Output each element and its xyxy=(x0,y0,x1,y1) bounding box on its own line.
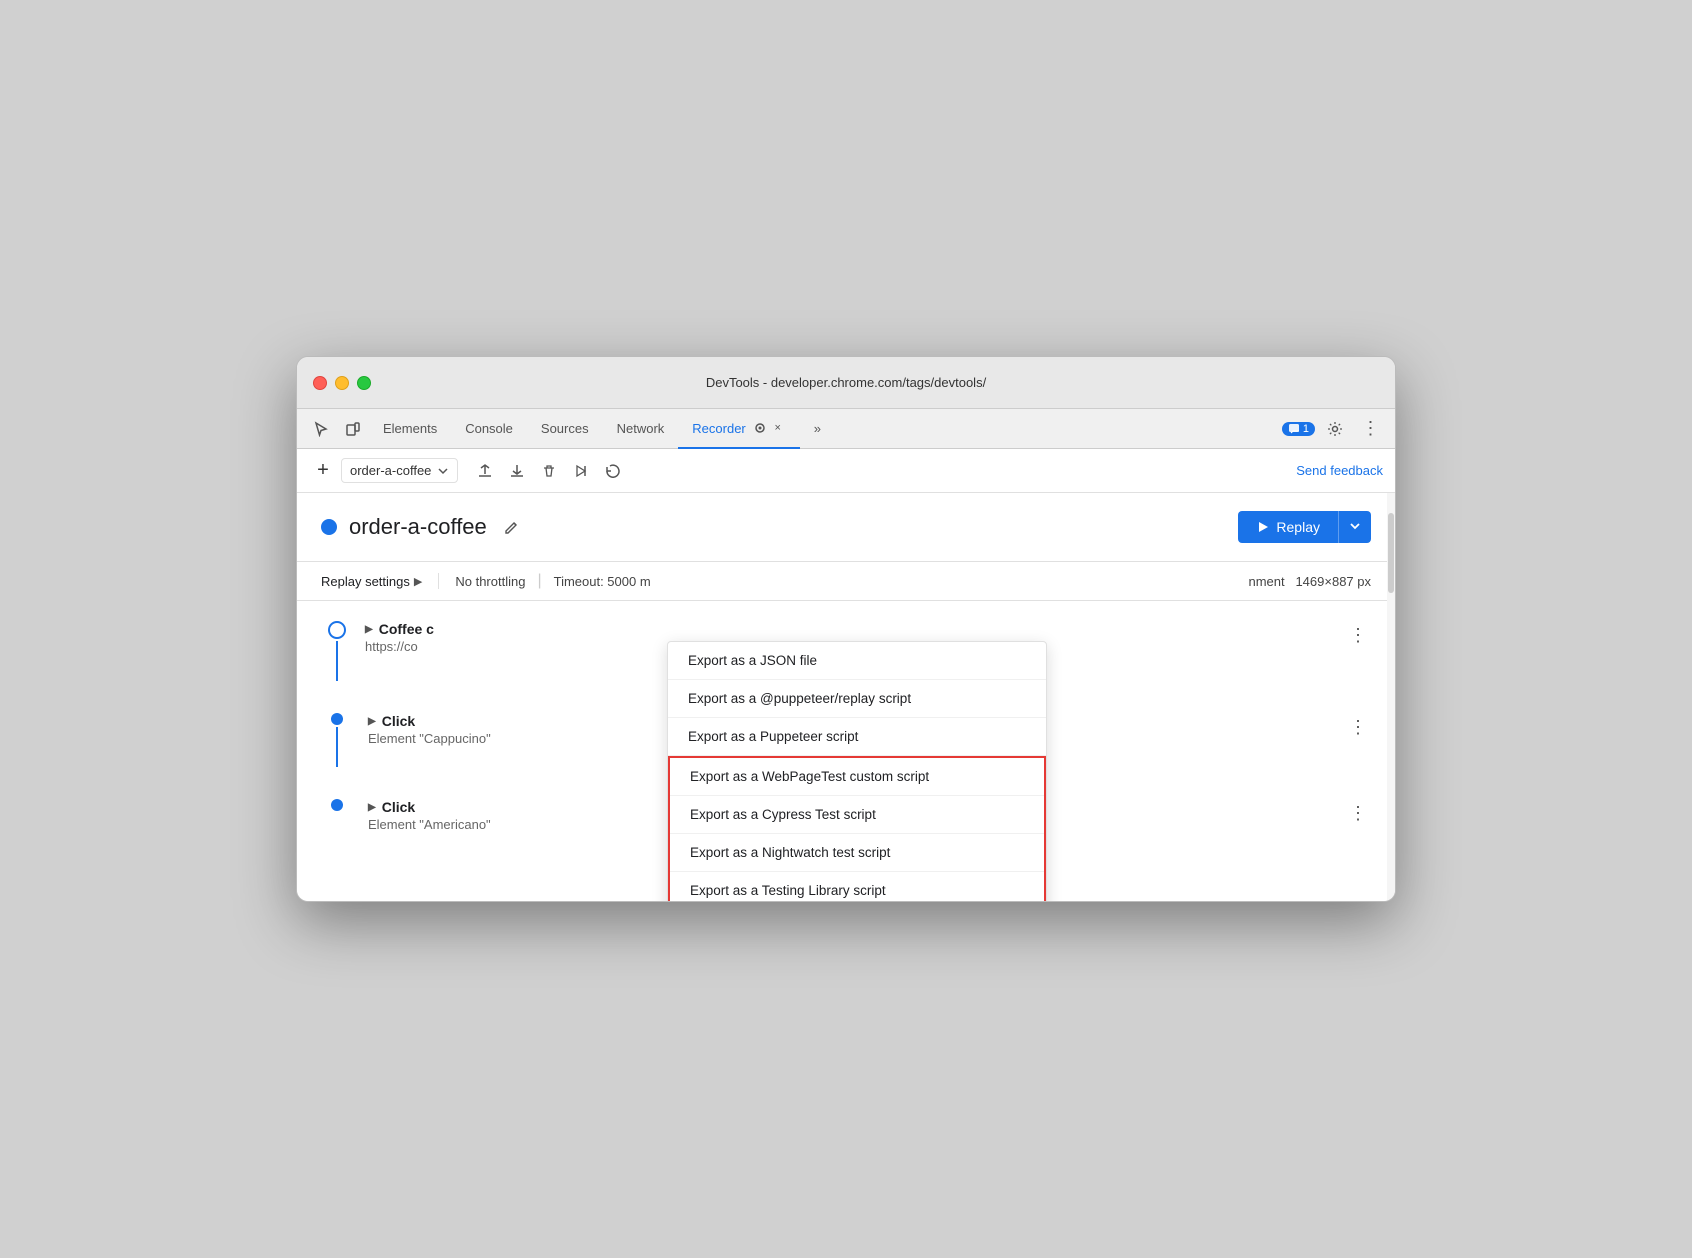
cursor-icon-btn[interactable] xyxy=(305,413,337,445)
export-dropdown-menu: Export as a JSON file Export as a @puppe… xyxy=(667,641,1047,902)
recorder-toolbar: + order-a-coffee xyxy=(297,449,1395,493)
more-options-btn[interactable]: ⋮ xyxy=(1355,413,1387,445)
recording-header: order-a-coffee Replay xyxy=(297,493,1395,562)
settings-label[interactable]: Replay settings ▶ xyxy=(321,574,422,589)
timeline-left-navigate xyxy=(321,621,353,681)
recording-selector[interactable]: order-a-coffee xyxy=(341,458,458,483)
tab-network[interactable]: Network xyxy=(603,409,679,449)
step-expand-icon[interactable]: ▶ xyxy=(368,802,376,813)
step-dot-filled xyxy=(331,799,343,811)
vertical-dots-icon: ⋮ xyxy=(1362,418,1381,439)
step-title-navigate: ▶ Coffee c xyxy=(365,621,1337,637)
step-menu-click2[interactable]: ⋮ xyxy=(1345,799,1371,828)
download-icon xyxy=(509,463,525,479)
step-menu-click1[interactable]: ⋮ xyxy=(1345,713,1371,742)
close-button[interactable] xyxy=(313,376,327,390)
recorder-action-icons xyxy=(470,456,628,486)
settings-pipe: | xyxy=(537,572,541,590)
devtools-window: DevTools - developer.chrome.com/tags/dev… xyxy=(296,356,1396,902)
tab-console[interactable]: Console xyxy=(451,409,527,449)
settings-expand-icon: ▶ xyxy=(414,575,422,588)
timeline-left-click1 xyxy=(321,713,353,767)
timeline-line xyxy=(336,641,338,681)
chevron-down-icon xyxy=(437,465,449,477)
tab-recorder[interactable]: Recorder × xyxy=(678,409,799,449)
settings-icon-btn[interactable] xyxy=(1319,413,1351,445)
add-recording-btn[interactable]: + xyxy=(309,457,337,485)
replay-button-group: Replay xyxy=(1238,511,1371,543)
step-dot-hollow xyxy=(328,621,346,639)
export-puppeteer-replay[interactable]: Export as a @puppeteer/replay script xyxy=(668,680,1046,718)
tab-elements[interactable]: Elements xyxy=(369,409,451,449)
step-menu-navigate[interactable]: ⋮ xyxy=(1345,621,1371,650)
maximize-button[interactable] xyxy=(357,376,371,390)
chevron-down-icon xyxy=(1349,520,1361,532)
delete-icon-btn[interactable] xyxy=(534,456,564,486)
tab-recorder-close[interactable]: × xyxy=(770,420,786,436)
trash-icon xyxy=(541,463,557,479)
replay-circle-icon-btn[interactable] xyxy=(598,456,628,486)
play-icon xyxy=(1256,520,1270,534)
devtools-right-icons: 1 ⋮ xyxy=(1282,413,1387,445)
play-step-icon-btn[interactable] xyxy=(566,456,596,486)
tab-sources[interactable]: Sources xyxy=(527,409,603,449)
throttle-value: No throttling xyxy=(455,574,525,589)
export-highlight-group: Export as a WebPageTest custom script Ex… xyxy=(668,756,1046,902)
environment-label: nment 1469×887 px xyxy=(1248,574,1371,589)
send-feedback-link[interactable]: Send feedback xyxy=(1296,463,1383,478)
notification-badge[interactable]: 1 xyxy=(1282,422,1315,436)
tab-more[interactable]: » xyxy=(800,409,835,449)
window-title: DevTools - developer.chrome.com/tags/dev… xyxy=(706,375,986,390)
replay-icon xyxy=(605,463,621,479)
gear-icon xyxy=(1327,421,1343,437)
timeout-value: Timeout: 5000 m xyxy=(554,574,651,589)
step-expand-icon[interactable]: ▶ xyxy=(368,716,376,727)
download-icon-btn[interactable] xyxy=(502,456,532,486)
settings-row: Replay settings ▶ No throttling | Timeou… xyxy=(297,562,1395,601)
export-testing-library[interactable]: Export as a Testing Library script xyxy=(670,872,1044,902)
minimize-button[interactable] xyxy=(335,376,349,390)
export-puppeteer[interactable]: Export as a Puppeteer script xyxy=(668,718,1046,756)
settings-divider xyxy=(438,573,439,589)
title-bar: DevTools - developer.chrome.com/tags/dev… xyxy=(297,357,1395,409)
export-nightwatch[interactable]: Export as a Nightwatch test script xyxy=(670,834,1044,872)
upload-icon xyxy=(477,463,493,479)
recording-status-dot xyxy=(321,519,337,535)
recording-name: order-a-coffee xyxy=(349,514,487,540)
chat-icon xyxy=(1288,423,1300,435)
device-toggle-btn[interactable] xyxy=(337,413,369,445)
scrollbar-thumb[interactable] xyxy=(1388,513,1394,593)
main-content: order-a-coffee Replay xyxy=(297,493,1395,901)
step-dot-filled xyxy=(331,713,343,725)
timeline-line xyxy=(336,727,338,767)
timeline-left-click2 xyxy=(321,799,353,811)
step-expand-icon[interactable]: ▶ xyxy=(365,624,373,635)
edit-icon[interactable] xyxy=(503,518,521,536)
export-webpagetest[interactable]: Export as a WebPageTest custom script xyxy=(670,758,1044,796)
export-json[interactable]: Export as a JSON file xyxy=(668,642,1046,680)
replay-main-button[interactable]: Replay xyxy=(1238,511,1338,543)
recorder-pin-icon xyxy=(754,422,766,434)
devtools-tabs-bar: Elements Console Sources Network Recorde… xyxy=(297,409,1395,449)
replay-dropdown-button[interactable] xyxy=(1338,511,1371,543)
upload-icon-btn[interactable] xyxy=(470,456,500,486)
play-step-icon xyxy=(573,463,589,479)
scrollbar-track xyxy=(1387,493,1395,901)
export-cypress[interactable]: Export as a Cypress Test script xyxy=(670,796,1044,834)
traffic-lights xyxy=(313,376,371,390)
